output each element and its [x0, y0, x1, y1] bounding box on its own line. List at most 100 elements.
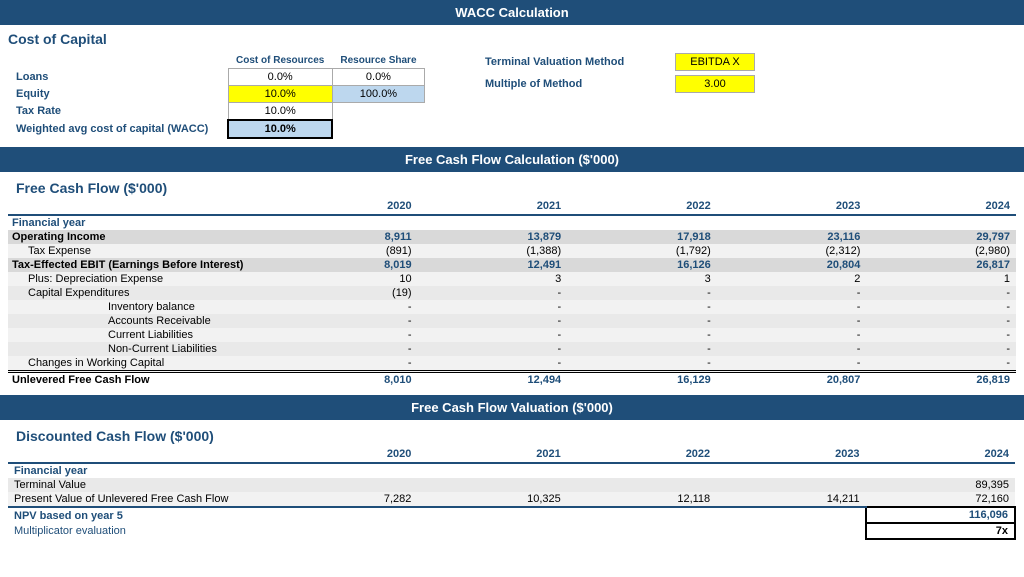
fcf-val-11-2: 16,129: [567, 372, 717, 388]
wacc-row-equity: Equity 10.0% 100.0%: [8, 86, 425, 103]
fcf-label-1: Operating Income: [8, 230, 268, 244]
equity-share[interactable]: 100.0%: [332, 86, 424, 103]
val-val-4-2: [567, 523, 716, 539]
fcf-val-5-4: -: [866, 286, 1016, 300]
fcf-val-10-2: -: [567, 356, 717, 372]
fcf-label-4: Plus: Depreciation Expense: [8, 272, 268, 286]
loans-label: Loans: [8, 69, 228, 86]
fcf-val-6-2: -: [567, 300, 717, 314]
fcf-val-4-0: 10: [268, 272, 418, 286]
fcf-label-11: Unlevered Free Cash Flow: [8, 372, 268, 388]
val-table: 2020 2021 2022 2023 2024 Financial yearT…: [8, 446, 1016, 540]
fcf-val-1-1: 13,879: [418, 230, 568, 244]
val-val-3-1: [417, 507, 566, 523]
loans-share[interactable]: 0.0%: [332, 69, 424, 86]
fcf-val-5-0: (19): [268, 286, 418, 300]
fcf-val-8-0: -: [268, 328, 418, 342]
val-row-3: NPV based on year 5116,096: [8, 507, 1015, 523]
fcf-val-0-2: [567, 215, 717, 230]
fcf-val-9-1: -: [418, 342, 568, 356]
fcf-val-3-4: 26,817: [866, 258, 1016, 272]
fcf-val-11-3: 20,807: [717, 372, 867, 388]
val-year-2021: 2021: [417, 446, 566, 463]
fcf-val-8-1: -: [418, 328, 568, 342]
val-val-2-3: 14,211: [716, 492, 865, 507]
val-label-2: Present Value of Unlevered Free Cash Flo…: [8, 492, 268, 507]
wacc-row-tax: Tax Rate 10.0%: [8, 103, 425, 121]
fcf-row-9: Non-Current Liabilities-----: [8, 342, 1016, 356]
fcf-row-4: Plus: Depreciation Expense103321: [8, 272, 1016, 286]
fcf-section: Free Cash Flow ($'000) 2020 2021 2022 20…: [0, 172, 1024, 395]
val-val-3-2: [567, 507, 716, 523]
equity-cost[interactable]: 10.0%: [228, 86, 332, 103]
fcf-val-4-4: 1: [866, 272, 1016, 286]
fcf-header-row: 2020 2021 2022 2023 2024: [8, 198, 1016, 215]
fcf-val-8-3: -: [717, 328, 867, 342]
val-val-0-4: [866, 463, 1015, 478]
wacc-row-loans: Loans 0.0% 0.0%: [8, 69, 425, 86]
fcf-val-8-2: -: [567, 328, 717, 342]
fcf-val-1-4: 29,797: [866, 230, 1016, 244]
val-label-0: Financial year: [8, 463, 268, 478]
wacc-value[interactable]: 10.0%: [228, 120, 332, 138]
val-val-2-4: 72,160: [866, 492, 1015, 507]
fcf-val-0-4: [866, 215, 1016, 230]
fcf-val-5-3: -: [717, 286, 867, 300]
val-val-3-0: [268, 507, 417, 523]
loans-cost[interactable]: 0.0%: [228, 69, 332, 86]
fcf-val-11-4: 26,819: [866, 372, 1016, 388]
fcf-val-0-1: [418, 215, 568, 230]
fcf-val-9-3: -: [717, 342, 867, 356]
val-header-row: 2020 2021 2022 2023 2024: [8, 446, 1015, 463]
fcf-year-2022: 2022: [567, 198, 717, 215]
fcf-val-7-0: -: [268, 314, 418, 328]
fcf-val-0-3: [717, 215, 867, 230]
fcf-year-2023: 2023: [717, 198, 867, 215]
fcf-label-9: Non-Current Liabilities: [8, 342, 268, 356]
fcf-val-3-0: 8,019: [268, 258, 418, 272]
fcf-val-3-2: 16,126: [567, 258, 717, 272]
val-row-4: Multiplicator evaluation 7x: [8, 523, 1015, 539]
fcf-row-3: Tax-Effected EBIT (Earnings Before Inter…: [8, 258, 1016, 272]
fcf-val-6-0: -: [268, 300, 418, 314]
fcf-val-1-3: 23,116: [717, 230, 867, 244]
wacc-label: Weighted avg cost of capital (WACC): [8, 120, 228, 138]
terminal-value-2[interactable]: 3.00: [675, 75, 755, 93]
fcf-label-3: Tax-Effected EBIT (Earnings Before Inter…: [8, 258, 268, 272]
val-header: Free Cash Flow Valuation ($'000): [0, 395, 1024, 420]
fcf-row-8: Current Liabilities-----: [8, 328, 1016, 342]
fcf-val-7-1: -: [418, 314, 568, 328]
fcf-val-9-0: -: [268, 342, 418, 356]
val-year-2023: 2023: [716, 446, 865, 463]
val-val-4-4: 7x: [866, 523, 1015, 539]
fcf-row-1: Operating Income8,91113,87917,91823,1162…: [8, 230, 1016, 244]
tax-cost[interactable]: 10.0%: [228, 103, 332, 121]
fcf-val-1-2: 17,918: [567, 230, 717, 244]
fcf-val-10-4: -: [866, 356, 1016, 372]
fcf-val-2-4: (2,980): [866, 244, 1016, 258]
terminal-value-1[interactable]: EBITDA X: [675, 53, 755, 71]
fcf-row-7: Accounts Receivable-----: [8, 314, 1016, 328]
fcf-val-10-3: -: [717, 356, 867, 372]
val-val-4-0: [268, 523, 417, 539]
val-label-4: Multiplicator evaluation: [8, 523, 268, 539]
wacc-section: Cost of Resources Resource Share Loans 0…: [0, 49, 1024, 147]
fcf-val-10-1: -: [418, 356, 568, 372]
terminal-label-2: Multiple of Method: [485, 78, 665, 90]
fcf-val-6-4: -: [866, 300, 1016, 314]
fcf-year-2021: 2021: [418, 198, 568, 215]
val-val-1-3: [716, 478, 865, 492]
fcf-label-2: Tax Expense: [8, 244, 268, 258]
main-header: WACC Calculation: [0, 0, 1024, 25]
wacc-row-wacc: Weighted avg cost of capital (WACC) 10.0…: [8, 120, 425, 138]
fcf-header: Free Cash Flow Calculation ($'000): [0, 147, 1024, 172]
val-val-1-2: [567, 478, 716, 492]
fcf-val-4-2: 3: [567, 272, 717, 286]
fcf-val-2-1: (1,388): [418, 244, 568, 258]
fcf-label-7: Accounts Receivable: [8, 314, 268, 328]
fcf-year-2020: 2020: [268, 198, 418, 215]
val-val-1-4: 89,395: [866, 478, 1015, 492]
fcf-val-6-1: -: [418, 300, 568, 314]
val-year-2024: 2024: [866, 446, 1015, 463]
fcf-val-11-0: 8,010: [268, 372, 418, 388]
